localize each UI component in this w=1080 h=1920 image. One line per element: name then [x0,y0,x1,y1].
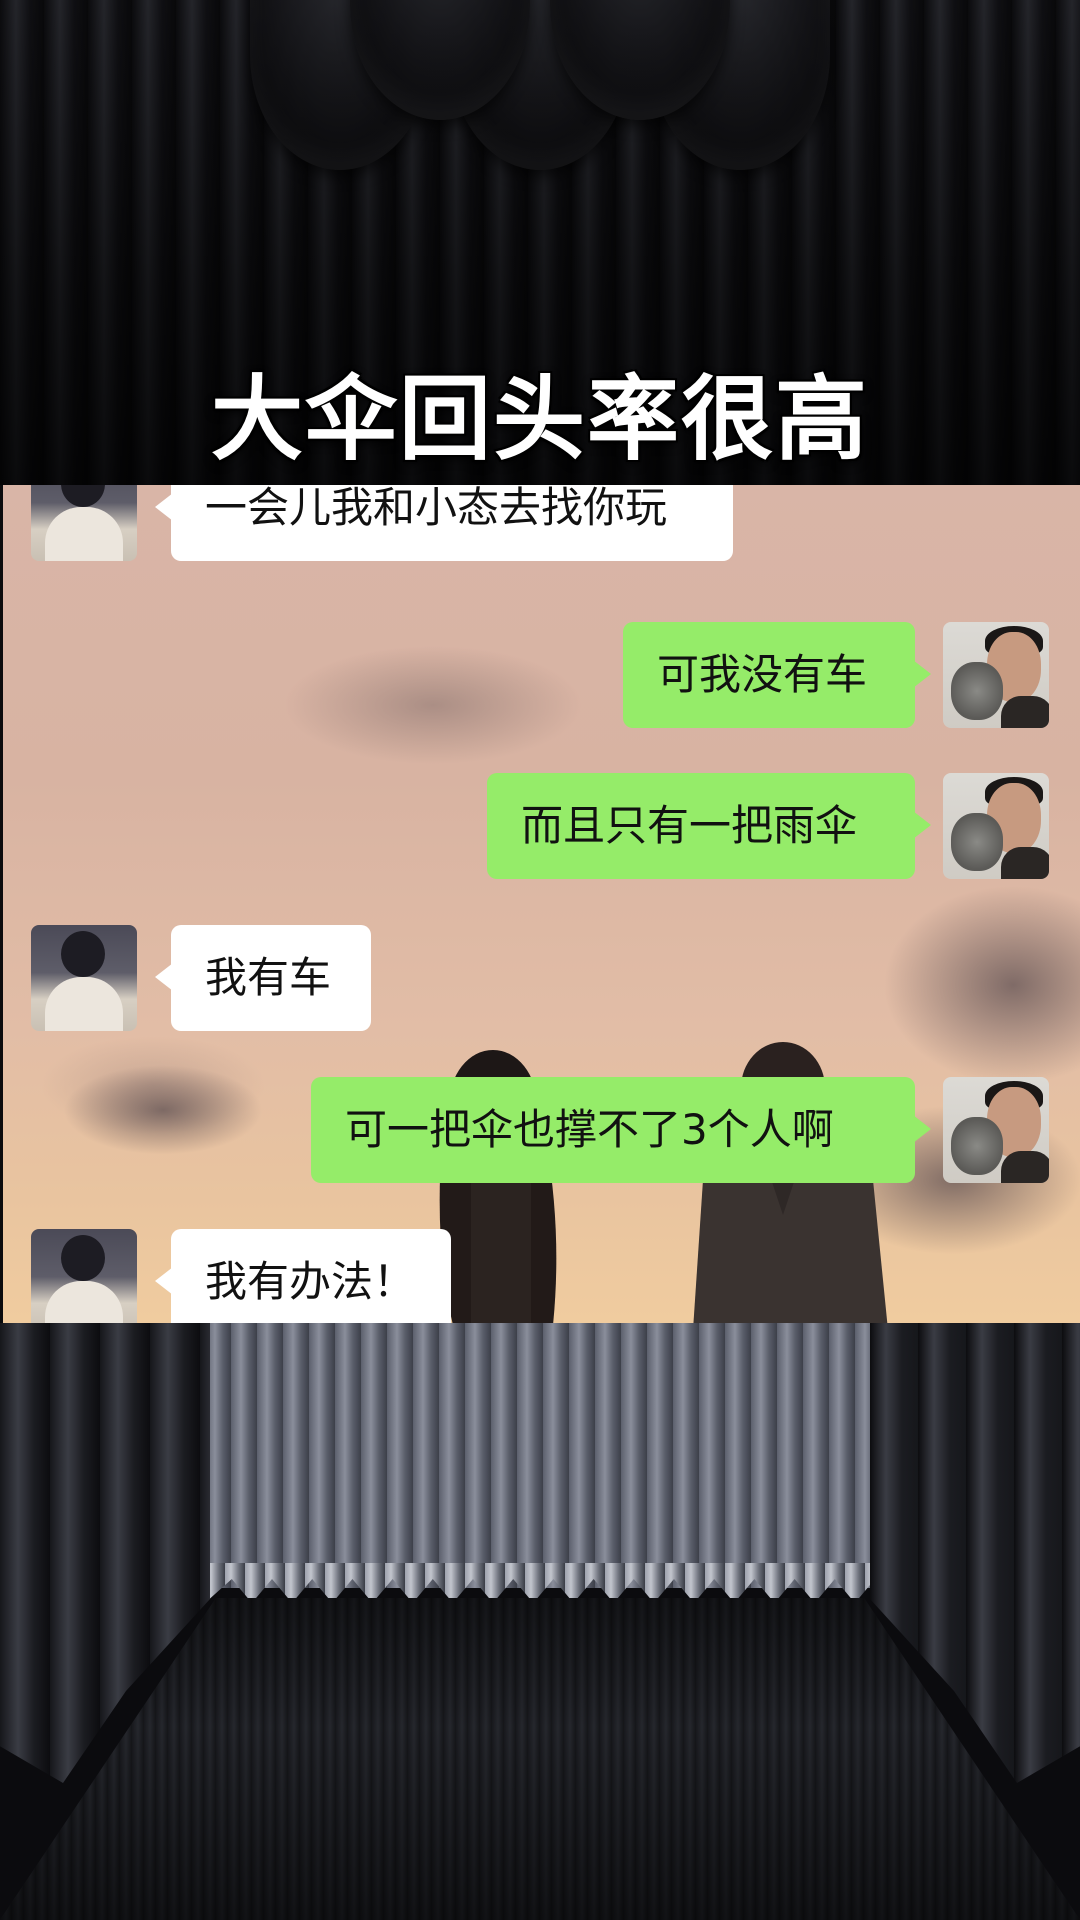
curtain-swag [250,0,430,170]
cloud-shape [63,1065,263,1155]
cloud-shape [283,645,583,765]
chat-screenshot: 一会儿我和小态去找你玩 可我没有车 而且只有一把雨伞 我有车 可一把伞也撑不了3… [3,485,1080,1323]
friend-avatar[interactable] [31,1229,137,1323]
self-avatar[interactable] [943,773,1049,879]
curtain-swag [650,0,830,170]
avatar-shirt [1001,1151,1049,1183]
message-bubble-received[interactable]: 我有车 [155,925,371,1031]
message-bubble-received[interactable]: 我有办法！ [155,1229,451,1323]
video-title: 大伞回头率很高 [210,366,869,473]
bottom-stage-background [0,1323,1080,1920]
avatar-shirt [1001,696,1049,728]
curtain-swag [550,0,730,120]
message-bubble-sent[interactable]: 可一把伞也撑不了3个人啊 [311,1077,931,1183]
avatar-body [45,1281,123,1323]
avatar-body [45,507,123,561]
video-frame: 大伞回头率很高 一会儿我和小态去找你玩 可我没有车 而且只有一把雨伞 我有车 可… [0,0,1080,1920]
avatar-head [61,1235,105,1281]
friend-avatar[interactable] [31,485,137,561]
avatar-head [61,485,105,507]
message-bubble-sent[interactable]: 而且只有一把雨伞 [487,773,931,879]
cloud-shape [883,885,1080,1085]
message-bubble-sent[interactable]: 可我没有车 [623,622,931,728]
avatar-cat [951,813,1003,871]
message-bubble-received[interactable]: 一会儿我和小态去找你玩 [155,485,733,561]
curtain-swag [350,0,530,120]
avatar-head [61,931,105,977]
avatar-shirt [1001,847,1049,879]
avatar-cat [951,662,1003,720]
stage-backdrop-curtain [205,1323,875,1588]
curtain-swag [450,0,630,170]
friend-avatar[interactable] [31,925,137,1031]
avatar-body [45,977,123,1031]
self-avatar[interactable] [943,622,1049,728]
stage-curtain-fringe [205,1563,875,1603]
self-avatar[interactable] [943,1077,1049,1183]
avatar-cat [951,1117,1003,1175]
